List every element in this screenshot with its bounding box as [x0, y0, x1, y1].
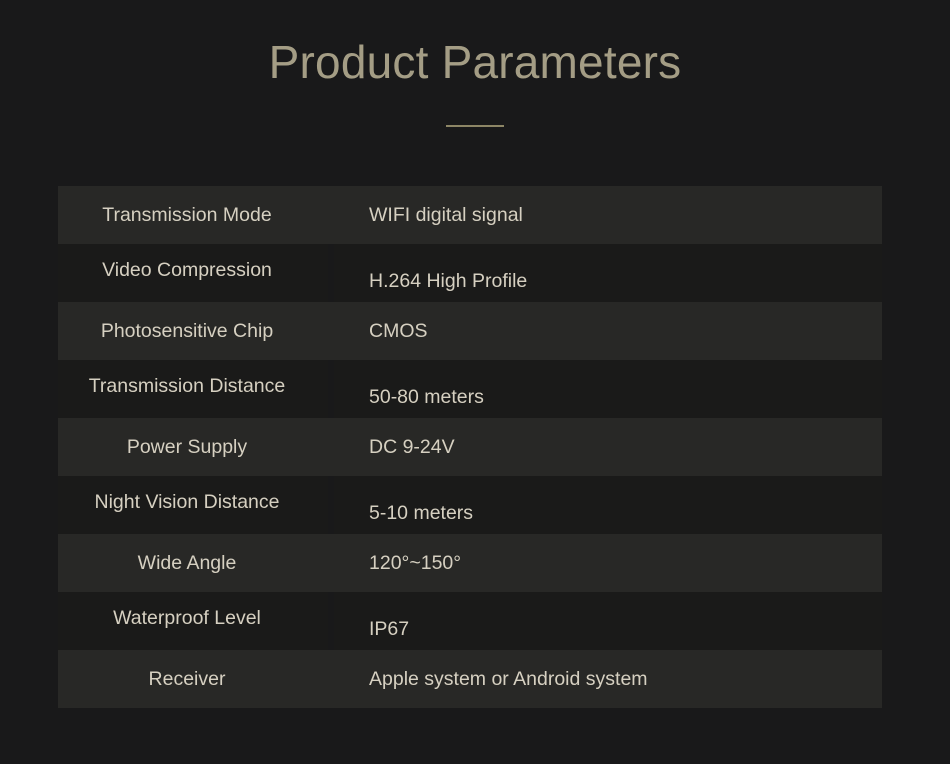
- table-row: Transmission Distance 50-80 meters: [58, 360, 882, 418]
- spec-table-body: Transmission Mode WIFI digital signal Vi…: [58, 186, 882, 708]
- spec-value: H.264 High Profile: [328, 244, 882, 302]
- table-row: Waterproof Level IP67: [58, 592, 882, 650]
- spec-label: Transmission Mode: [102, 203, 272, 226]
- spec-value: DC 9-24V: [369, 435, 455, 458]
- spec-label: Receiver: [148, 667, 226, 690]
- table-row: Transmission Mode WIFI digital signal: [58, 186, 882, 244]
- page-header: Product Parameters: [0, 0, 950, 127]
- spec-label: Transmission Distance: [88, 374, 286, 397]
- title-divider-wrap: [0, 114, 950, 127]
- table-row: Wide Angle 120°~150°: [58, 534, 882, 592]
- spec-label: Photosensitive Chip: [100, 319, 274, 342]
- spec-label: Power Supply: [126, 435, 248, 458]
- spec-value: Apple system or Android system: [369, 667, 648, 690]
- table-row: Night Vision Distance 5-10 meters: [58, 476, 882, 534]
- spec-value: 50-80 meters: [328, 360, 882, 418]
- table-row: Power Supply DC 9-24V: [58, 418, 882, 476]
- spec-value: WIFI digital signal: [369, 203, 523, 226]
- product-parameters-page: Product Parameters Transmission Mode WIF…: [0, 0, 950, 764]
- spec-value: IP67: [328, 592, 882, 650]
- table-row: Receiver Apple system or Android system: [58, 650, 882, 708]
- page-title: Product Parameters: [268, 36, 682, 88]
- spec-value: CMOS: [369, 319, 428, 342]
- spec-value: 120°~150°: [369, 551, 462, 574]
- spec-label: Wide Angle: [137, 551, 237, 574]
- spec-label: Video Compression: [102, 258, 272, 281]
- spec-label: Waterproof Level: [113, 606, 261, 629]
- table-row: Photosensitive Chip CMOS: [58, 302, 882, 360]
- spec-label: Night Vision Distance: [94, 490, 280, 513]
- spec-table: Transmission Mode WIFI digital signal Vi…: [58, 186, 882, 708]
- table-row: Video Compression H.264 High Profile: [58, 244, 882, 302]
- spec-value: 5-10 meters: [328, 476, 882, 534]
- title-divider: [446, 124, 504, 127]
